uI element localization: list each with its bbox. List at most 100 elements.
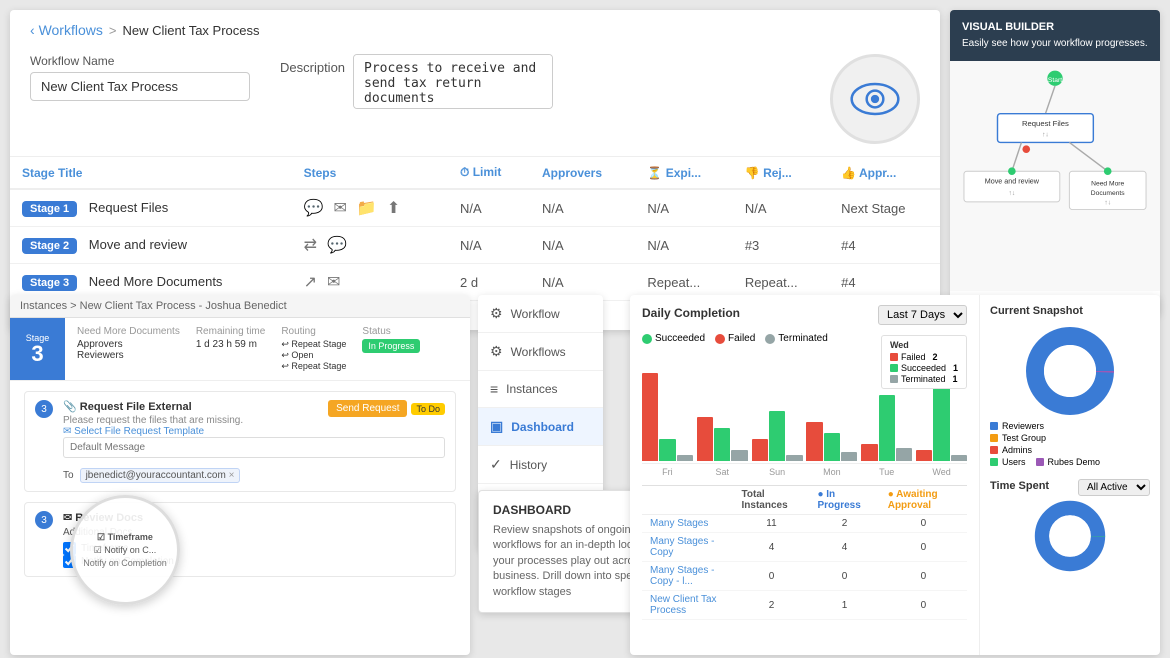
vb-title: VISUAL BUILDER [962, 20, 1148, 35]
sidebar-item-dashboard[interactable]: ▣ Dashboard [478, 408, 603, 446]
cell-steps: ⇄💬 [292, 227, 448, 264]
snapshot-legend: Reviewers Test Group Admins Users [990, 421, 1150, 469]
time-spent-svg [1030, 496, 1110, 576]
step-icon: 📁 [357, 198, 377, 218]
col-steps: Steps [292, 157, 448, 190]
snapshot-title: Current Snapshot [990, 305, 1150, 317]
wf-name: Many Stages - Copy - l... [642, 562, 734, 591]
time-spent-donut [1030, 496, 1110, 576]
time-spent-section: Time Spent All Active [990, 479, 1150, 576]
meta-status: Status In Progress [362, 326, 420, 372]
summary-succeeded-count: 1 [953, 363, 958, 373]
legend-bottom-row: Users Rubes Demo [990, 457, 1150, 469]
cell-limit: N/A [448, 227, 530, 264]
sidebar-workflow-label: Workflow [511, 307, 560, 321]
step-item-1: 3 📎 Request File External Please request… [24, 391, 456, 492]
history-icon: ✓ [490, 456, 502, 473]
list-item: New Client Tax Process 2 1 0 [642, 591, 967, 620]
failed-label: Failed [728, 333, 755, 344]
failed-dot [715, 334, 725, 344]
message-input[interactable] [63, 437, 445, 458]
bar-labels: FriSatSunMonTueWed [642, 467, 967, 477]
bar-terminated [896, 448, 912, 461]
svg-text:↑↓: ↑↓ [1042, 132, 1049, 139]
succeeded-dot [642, 334, 652, 344]
step-icon: 💬 [327, 235, 347, 255]
col-expiry: ⏳ Expi... [635, 157, 732, 190]
time-spent-header: Time Spent All Active [990, 479, 1150, 496]
legend-failed: Failed [715, 333, 755, 344]
workflow-name-label: Workflow Name [30, 54, 250, 68]
breadcrumb-current: New Client Tax Process [122, 23, 259, 38]
sidebar-history-label: History [510, 458, 547, 472]
bar-terminated [841, 452, 857, 461]
legend-reviewers: Reviewers [990, 421, 1150, 431]
wf-name: Many Stages - Copy [642, 533, 734, 562]
vb-approve-dot-1 [1008, 168, 1016, 176]
cell-stage: Stage 1 Request Files [10, 189, 292, 227]
legend-terminated: Terminated [765, 333, 827, 344]
stage-badge: Stage 3 [22, 275, 77, 291]
sidebar-item-workflow[interactable]: ⚙ Workflow [478, 295, 603, 333]
meta-remaining: Remaining time 1 d 23 h 59 m [196, 326, 265, 372]
instance-meta: Need More Documents Approvers Reviewers … [65, 318, 470, 380]
tbl-col-awaiting: ● Awaiting Approval [880, 486, 967, 515]
legend-admins: Admins [990, 445, 1150, 455]
tbl-col-progress: ● In Progress [809, 486, 879, 515]
instance-panel: Instances > New Client Tax Process - Jos… [10, 295, 470, 655]
preview-button[interactable] [830, 54, 920, 144]
bar-group [861, 395, 912, 461]
users-color [990, 458, 998, 466]
summary-failed-row: Failed 2 [890, 352, 958, 362]
bar-group [752, 411, 803, 461]
wf-name: New Client Tax Process [642, 591, 734, 620]
dashboard-top: Daily Completion Last 7 Days Succeeded F… [630, 295, 1160, 655]
reviewers-color [990, 422, 998, 430]
svg-text:Documents: Documents [1091, 191, 1125, 198]
users-label: Users [1002, 457, 1026, 467]
sidebar-item-instances[interactable]: ≡ Instances [478, 371, 603, 408]
period-select[interactable]: Last 7 Days [878, 305, 967, 325]
sidebar-item-history[interactable]: ✓ History [478, 446, 603, 484]
description-textarea[interactable]: Process to receive and send tax return d… [353, 54, 553, 109]
cell-approvers: N/A [530, 227, 635, 264]
legend-testgroup: Test Group [990, 433, 1150, 443]
instances-icon: ≡ [490, 381, 498, 397]
summary-legend-box: Wed Failed 2 Succeeded 1 Terminated [881, 335, 967, 389]
step-icon: 💬 [304, 198, 324, 218]
wf-progress: 2 [809, 515, 879, 533]
bar-failed [806, 422, 822, 461]
vb-stage2-box [964, 172, 1060, 203]
admins-label: Admins [1002, 445, 1032, 455]
vb-header: VISUAL BUILDER Easily see how your workf… [950, 10, 1160, 61]
legend-succeeded: Succeeded [642, 333, 705, 344]
time-spent-select[interactable]: All Active [1078, 479, 1150, 496]
workflow-name-input[interactable] [30, 72, 250, 101]
wf-progress: 4 [809, 533, 879, 562]
step-content-1: 📎 Request File External Please request t… [63, 400, 445, 483]
remove-email-button[interactable]: × [229, 470, 235, 481]
list-item: Many Stages - Copy - l... 0 0 0 [642, 562, 967, 591]
cell-stage: Stage 2 Move and review [10, 227, 292, 264]
stage-number-box: Stage 3 [10, 318, 65, 380]
chart-controls: Daily Completion Last 7 Days [642, 305, 967, 325]
sidebar-item-workflows[interactable]: ⚙ Workflows [478, 333, 603, 371]
wf-total: 2 [734, 591, 810, 620]
to-row: To jbenedict@youraccountant.com × [63, 468, 445, 483]
send-request-button[interactable]: Send Request [328, 400, 407, 417]
step-link-1[interactable]: ✉ Select File Request Template [63, 426, 243, 437]
workflow-name-field: Workflow Name [30, 54, 250, 101]
bar-terminated [731, 450, 747, 461]
reviewers-label: Reviewers [1002, 421, 1044, 431]
breadcrumb-back-button[interactable]: ‹ Workflows [30, 22, 103, 38]
testgroup-label: Test Group [1002, 433, 1046, 443]
chart-section: Daily Completion Last 7 Days Succeeded F… [630, 295, 980, 655]
bar-day-label: Mon [806, 467, 857, 477]
tbl-col-total: Total Instances [734, 486, 810, 515]
wf-progress: 1 [809, 591, 879, 620]
bar-failed [697, 417, 713, 461]
sidebar-workflows-label: Workflows [511, 345, 566, 359]
svg-text:↑↓: ↑↓ [1009, 191, 1016, 198]
step-desc-1: Please request the files that are missin… [63, 415, 243, 426]
wf-awaiting: 0 [880, 515, 967, 533]
